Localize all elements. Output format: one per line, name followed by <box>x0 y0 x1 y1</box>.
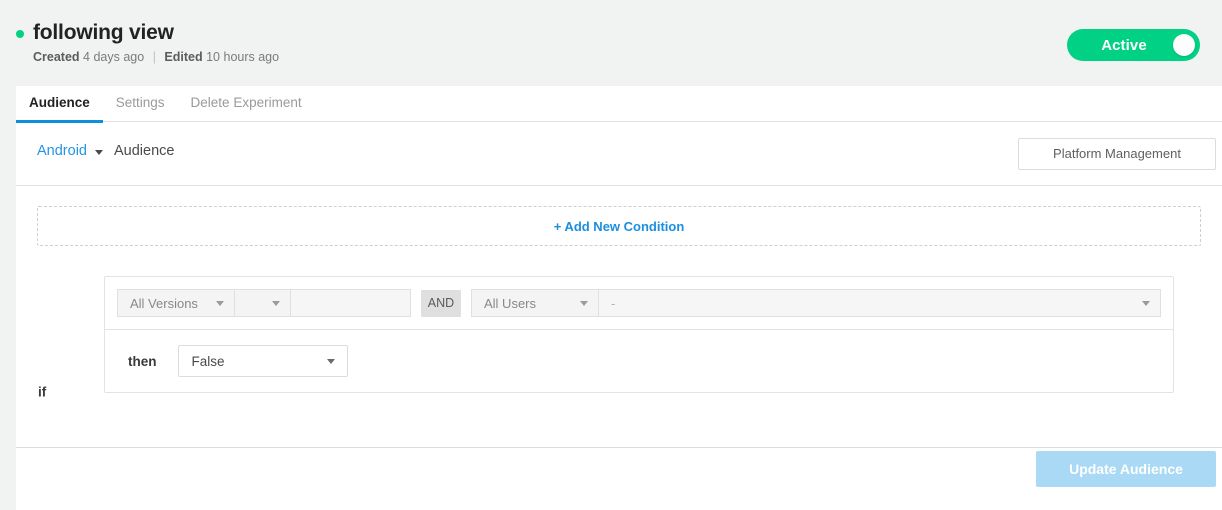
chevron-down-icon <box>580 301 588 306</box>
content-panel: Audience Settings Delete Experiment Andr… <box>16 86 1222 510</box>
chevron-down-icon <box>94 149 103 155</box>
created-label: Created <box>33 50 80 64</box>
add-new-condition-label: + Add New Condition <box>553 218 685 234</box>
versions-select[interactable]: All Versions <box>117 289 235 317</box>
users-select-value: All Users <box>484 295 537 311</box>
users-value-text: - <box>611 295 616 311</box>
and-operator-chip[interactable]: AND <box>421 289 461 317</box>
panel-footer: Update Audience <box>16 448 1222 509</box>
version-value-input[interactable] <box>291 289 411 317</box>
active-status-label: Active <box>1101 36 1147 54</box>
condition-then-row: then False <box>105 330 1173 392</box>
meta-separator: | <box>152 50 156 64</box>
chevron-down-icon <box>326 359 335 364</box>
platform-dropdown[interactable]: Android <box>37 143 103 159</box>
status-dot-icon <box>16 29 24 38</box>
tab-audience[interactable]: Audience <box>16 86 103 123</box>
users-value-select[interactable]: - <box>599 289 1161 317</box>
section-label: Audience <box>114 143 175 159</box>
edited-value: 10 hours ago <box>206 50 280 64</box>
created-value: 4 days ago <box>83 50 145 64</box>
toggle-knob[interactable] <box>1173 34 1195 56</box>
page-title: following view <box>33 21 174 44</box>
then-value-text: False <box>191 353 225 369</box>
tab-settings[interactable]: Settings <box>103 86 178 122</box>
audience-editor: + Add New Condition if All Versions AND … <box>16 186 1222 448</box>
tab-bar: Audience Settings Delete Experiment <box>16 86 1222 123</box>
operator-select[interactable] <box>235 289 291 317</box>
chevron-down-icon <box>1142 301 1150 306</box>
platform-name: Android <box>37 143 87 159</box>
update-audience-button[interactable]: Update Audience <box>1036 451 1216 487</box>
condition-if-row: All Versions AND All Users - <box>105 277 1173 330</box>
then-value-select[interactable]: False <box>177 345 348 377</box>
experiment-meta: Created 4 days ago | Edited 10 hours ago <box>33 49 279 65</box>
chevron-down-icon <box>272 301 280 306</box>
title-row: following view <box>16 21 174 44</box>
add-new-condition-button[interactable]: + Add New Condition <box>37 206 1201 246</box>
app-screen: following view Created 4 days ago | Edit… <box>0 0 1222 510</box>
platform-management-button[interactable]: Platform Management <box>1018 138 1216 170</box>
users-select[interactable]: All Users <box>471 289 599 317</box>
experiment-header: following view Created 4 days ago | Edit… <box>0 0 1222 86</box>
versions-select-value: All Versions <box>130 295 198 311</box>
tab-delete-experiment[interactable]: Delete Experiment <box>178 86 315 122</box>
chevron-down-icon <box>216 301 224 306</box>
then-label: then <box>128 353 157 369</box>
condition-card: All Versions AND All Users - then False <box>104 276 1174 393</box>
platform-row: Android Audience Platform Management <box>16 122 1222 186</box>
if-label: if <box>38 384 47 400</box>
edited-label: Edited <box>164 50 203 64</box>
active-status-toggle[interactable]: Active <box>1067 29 1200 61</box>
